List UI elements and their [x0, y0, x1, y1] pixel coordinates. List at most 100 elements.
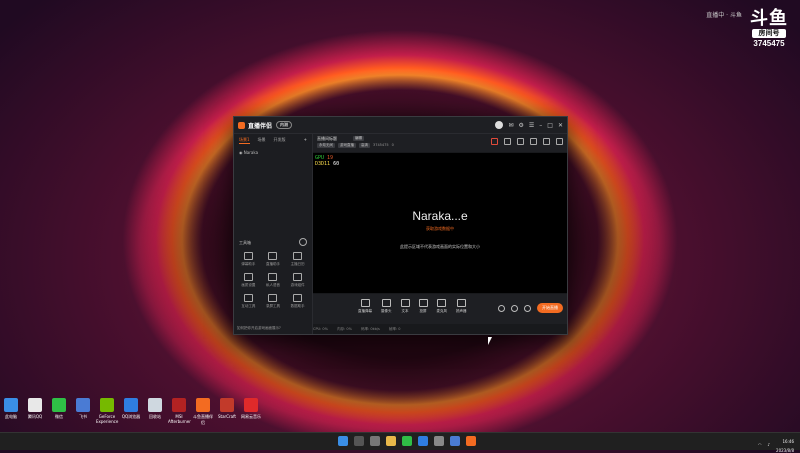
tool-label: 数据助手 [290, 304, 305, 308]
desktop-icon[interactable]: 斗鱼直播伴侣 [192, 398, 214, 426]
source-status: 获取游戏数据中 [426, 226, 454, 231]
tool-label: 私人语音 [265, 283, 280, 287]
desktop-icon-label: StarCraft [218, 414, 236, 419]
cast-button[interactable]: 投屏 [418, 299, 428, 314]
microphone-button[interactable]: 麦克风 [436, 299, 448, 314]
scene-item[interactable]: ◉ Naraka [234, 147, 312, 158]
tab-scene[interactable]: 场景 [258, 137, 266, 144]
app-icon [76, 398, 90, 412]
desktop-icon[interactable]: 微信 [48, 398, 70, 426]
tool-label: 扬声器 [456, 309, 467, 313]
effects-icon[interactable] [511, 304, 518, 312]
skin-icon[interactable]: ☰ [529, 122, 534, 129]
desktop-icon[interactable]: GeForce Experience [96, 398, 118, 426]
room-tag[interactable]: 永劫无间 [317, 143, 335, 148]
fps-value: 60 [333, 161, 340, 167]
tool-danmu[interactable]: 弹幕助手 [236, 252, 261, 267]
maximize-icon[interactable]: □ [547, 122, 553, 129]
desktop-icon[interactable]: 飞书 [72, 398, 94, 426]
start-live-button[interactable]: 开始直播 [537, 303, 563, 313]
start-icon[interactable] [338, 436, 348, 446]
tool-label: 麦克风 [436, 309, 448, 313]
app-icon [196, 398, 210, 412]
wechat-icon[interactable] [402, 436, 412, 446]
avatar[interactable] [495, 121, 504, 129]
add-scene-icon[interactable]: + [304, 137, 307, 144]
search-icon[interactable] [354, 436, 364, 446]
share-icon[interactable] [556, 138, 563, 145]
share-screen-icon[interactable] [517, 138, 524, 145]
tab-scene-1[interactable]: 场景1 [239, 137, 250, 144]
app-icon [28, 398, 42, 412]
app-icon[interactable] [450, 436, 460, 446]
desktop-icon[interactable]: StarCraft [216, 398, 238, 426]
danmu-source-button[interactable]: 直播弹幕 [358, 299, 372, 314]
toolbox-settings-icon[interactable] [299, 238, 307, 246]
gift-icon[interactable] [530, 138, 537, 145]
tool-label: 游戏组件 [290, 283, 305, 287]
version-badge[interactable]: 内测 [276, 121, 293, 129]
speaker-button[interactable]: 扬声器 [456, 299, 467, 314]
record-toggle-icon[interactable] [491, 138, 498, 145]
toolbox-title: 工具箱 [239, 240, 251, 245]
edit-button[interactable]: 编辑 [353, 136, 364, 141]
tool-voice[interactable]: 私人语音 [261, 273, 286, 288]
bell-icon[interactable] [543, 138, 550, 145]
close-icon[interactable]: ✕ [558, 122, 563, 129]
room-tag[interactable]: 高清 [359, 143, 370, 148]
desktop-icon-label: MSI Afterburner [168, 414, 191, 424]
visibility-icon[interactable]: ◉ [239, 150, 243, 155]
danmu-icon [243, 252, 253, 260]
tool-game[interactable]: 游戏组件 [285, 273, 310, 288]
message-icon[interactable]: ✉ [508, 122, 513, 129]
room-tag[interactable]: 游戏直播 [338, 143, 356, 148]
file-explorer-icon[interactable] [386, 436, 396, 446]
desktop-icon[interactable]: 网易云音乐 [240, 398, 262, 426]
help-notice[interactable]: 如何把你开启游戏画面展示? [237, 326, 281, 331]
clock[interactable]: 16:46 2023/8/8 [776, 435, 794, 453]
volume-icon[interactable]: ♪ [767, 442, 770, 447]
room-actions [491, 138, 563, 145]
desktop-icon[interactable]: 腾讯QQ [24, 398, 46, 426]
douyu-taskbar-icon[interactable] [466, 436, 476, 446]
tool-data[interactable]: 数据助手 [285, 294, 310, 309]
bottom-toolbar: 直播弹幕 摄像头 文本 投屏 麦克风 扬声器 开始直播 [313, 294, 567, 324]
settings-icon[interactable] [524, 304, 531, 312]
desktop-icon[interactable]: MSI Afterburner [168, 398, 191, 426]
desktop-icon[interactable]: QQ浏览器 [120, 398, 142, 426]
speaker-icon [456, 299, 466, 307]
room-title[interactable]: 直播间标题 [317, 136, 337, 142]
system-tray: ◠ ♪ 16:46 2023/8/8 [758, 435, 794, 453]
stream-preview[interactable]: GPU 19 D3D11 60 Naraka...e 获取游戏数据中 此提示区域… [313, 153, 567, 293]
settings-icon[interactable]: ⚙ [519, 122, 524, 129]
lock-icon[interactable] [504, 138, 511, 145]
browser-icon[interactable] [418, 436, 428, 446]
tool-quality[interactable]: 画质设置 [236, 273, 261, 288]
minimize-icon[interactable]: – [539, 122, 542, 129]
douyu-logo: 斗鱼 [750, 8, 788, 28]
text-button[interactable]: 文本 [400, 299, 410, 314]
record-icon[interactable] [498, 304, 505, 312]
task-view-icon[interactable] [370, 436, 380, 446]
scene-sidebar: 场景1 场景 开发版 + ◉ Naraka 工具箱 弹幕助手 直播助手 主播日历… [234, 134, 313, 334]
desktop-icon[interactable]: 此电脑 [0, 398, 22, 426]
desktop-icon-label: 飞书 [79, 414, 87, 419]
voice-icon [268, 273, 278, 281]
app-icon[interactable] [434, 436, 444, 446]
scene-item-label: Naraka [243, 150, 259, 155]
desktop-icon-label: 网易云音乐 [241, 414, 261, 419]
wifi-icon[interactable]: ◠ [758, 442, 762, 447]
tool-label: 录屏工具 [265, 304, 280, 308]
record-icon [268, 294, 278, 302]
app-icon [220, 398, 234, 412]
tab-dev[interactable]: 开发版 [274, 137, 286, 144]
desktop-icon[interactable]: 回收站 [144, 398, 166, 426]
tool-record[interactable]: 录屏工具 [261, 294, 286, 309]
taskbar: ◠ ♪ 16:46 2023/8/8 [0, 432, 800, 453]
tool-assistant[interactable]: 直播助手 [261, 252, 286, 267]
tool-interact[interactable]: 互动工具 [236, 294, 261, 309]
desktop-icon-label: 斗鱼直播伴侣 [193, 414, 213, 425]
camera-button[interactable]: 摄像头 [381, 299, 392, 314]
tool-calendar[interactable]: 主播日历 [285, 252, 310, 267]
app-brand: 直播伴侣 内测 [238, 121, 293, 130]
